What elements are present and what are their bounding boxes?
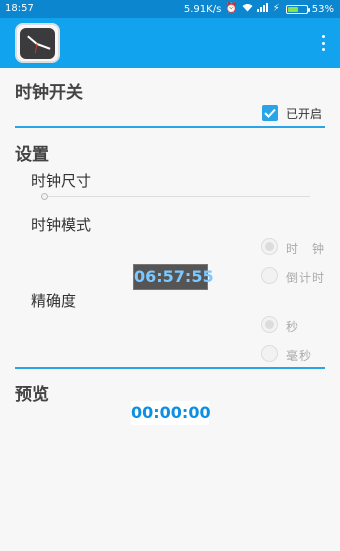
preview-display: 00:00:00 [131,401,211,425]
mode-clock-label[interactable]: 时 钟 [286,240,325,257]
battery-percent: 53% [311,3,334,15]
precision-label: 精确度 [31,292,77,310]
battery-icon [285,4,310,14]
clock-mode-label: 时钟模式 [31,216,92,234]
clock-display: 06:57:55 [133,264,214,290]
settings-title: 设置 [15,145,49,165]
preview-title: 预览 [15,385,49,405]
mode-radio-countdown[interactable] [261,267,278,284]
precision-radio-milliseconds[interactable] [261,345,278,362]
section-divider [15,126,325,128]
network-speed: 5.91K/s [183,3,222,15]
precision-seconds-label[interactable]: 秒 [286,318,299,335]
check-icon [264,108,276,118]
clock-enabled-label[interactable]: 已开启 [286,105,322,122]
clock-face [20,28,55,59]
more-vert-icon[interactable] [320,35,326,51]
section-divider [15,367,325,369]
clock-size-label: 时钟尺寸 [31,172,92,190]
precision-radio-seconds[interactable] [261,316,278,333]
signal-icon [256,3,269,15]
clock-icon[interactable] [15,23,60,63]
clock-size-slider-thumb[interactable] [41,193,48,200]
wifi-icon [242,3,253,15]
clock-enabled-checkbox[interactable] [262,105,278,121]
clock-size-slider-track[interactable] [42,196,310,197]
charging-icon: ⚡ [272,3,280,14]
alarm-icon: ⏰ [225,3,238,14]
app-bar [0,18,340,68]
mode-radio-clock[interactable] [261,238,278,255]
clock-switch-title: 时钟开关 [15,83,83,103]
status-time: 18:57 [5,3,34,14]
mode-countdown-label[interactable]: 倒计时 [286,269,325,286]
status-bar: 18:57 5.91K/s ⏰ ⚡ 53% [0,0,340,18]
precision-milliseconds-label[interactable]: 毫秒 [286,347,312,364]
status-icons: 5.91K/s ⏰ ⚡ 53% [184,3,334,15]
